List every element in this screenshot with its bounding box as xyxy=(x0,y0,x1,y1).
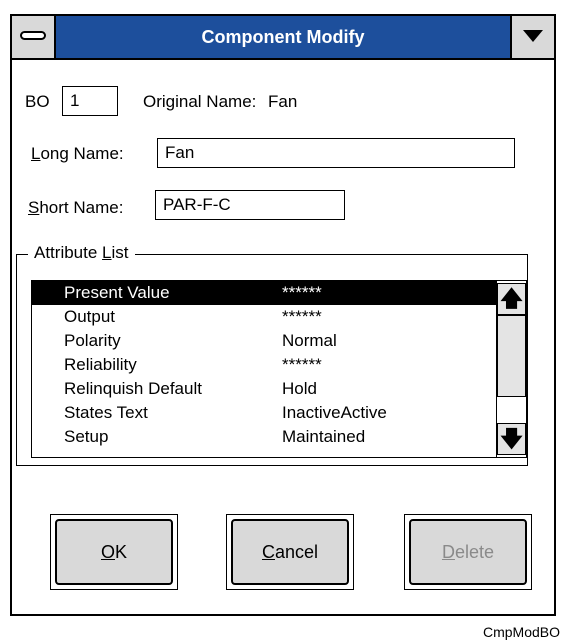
scroll-thumb[interactable] xyxy=(497,315,526,397)
cancel-button[interactable]: Cancel xyxy=(231,519,349,585)
title-bar: Component Modify xyxy=(12,16,554,60)
original-name-label: Original Name: xyxy=(143,92,257,111)
attribute-name: Output xyxy=(64,307,116,326)
attribute-value: Normal xyxy=(282,331,337,350)
window-title: Component Modify xyxy=(201,27,365,47)
list-item[interactable]: Output ****** xyxy=(32,305,498,329)
attribute-value: Maintained xyxy=(282,427,366,446)
attribute-name: States Text xyxy=(64,403,148,422)
arrow-down-icon: 🡇 xyxy=(500,426,523,451)
arrow-up-icon: 🡅 xyxy=(500,286,523,311)
attribute-value: InactiveActive xyxy=(282,403,387,422)
list-item[interactable]: States Text InactiveActive xyxy=(32,401,498,425)
bo-field[interactable]: 1 xyxy=(62,86,118,116)
attribute-value: ****** xyxy=(282,283,322,302)
scroll-up-button[interactable]: 🡅 xyxy=(497,283,526,315)
short-name-field[interactable]: PAR-F-C xyxy=(155,190,345,220)
system-menu-icon xyxy=(20,31,46,40)
list-item[interactable]: Polarity Normal xyxy=(32,329,498,353)
attribute-name: Present Value xyxy=(64,283,170,302)
ok-button-frame: OK xyxy=(50,514,178,590)
scroll-down-button[interactable]: 🡇 xyxy=(497,423,526,455)
list-item[interactable]: Present Value ****** xyxy=(32,281,498,305)
long-name-label: Long Name: xyxy=(31,144,124,163)
cancel-button-frame: Cancel xyxy=(226,514,354,590)
short-name-label: Short Name: xyxy=(28,198,124,217)
list-item[interactable]: Reliability ****** xyxy=(32,353,498,377)
original-name-value: Fan xyxy=(268,92,298,111)
attribute-name: Setup xyxy=(64,427,109,446)
attribute-value: Hold xyxy=(282,379,317,398)
attribute-listbox[interactable]: Present Value ****** Output ****** Polar… xyxy=(31,280,527,458)
attribute-value: ****** xyxy=(282,355,322,374)
figure-caption: CmpModBO xyxy=(482,624,560,640)
bo-label: BO xyxy=(25,92,50,111)
vertical-scrollbar[interactable]: 🡅 🡇 xyxy=(496,281,526,457)
ok-button[interactable]: OK xyxy=(55,519,173,585)
system-menu-button[interactable] xyxy=(12,16,56,58)
list-item[interactable]: Relinquish Default Hold xyxy=(32,377,498,401)
triangle-down-icon xyxy=(523,30,543,42)
long-name-field[interactable]: Fan xyxy=(157,138,515,168)
list-item[interactable]: Setup Maintained xyxy=(32,425,498,449)
delete-button-frame: Delete xyxy=(404,514,532,590)
delete-button[interactable]: Delete xyxy=(409,519,527,585)
minimize-button[interactable] xyxy=(510,16,554,58)
attribute-value: ****** xyxy=(282,307,322,326)
attribute-list-label: Attribute List xyxy=(28,243,135,263)
attribute-name: Reliability xyxy=(64,355,137,374)
attribute-name: Relinquish Default xyxy=(64,379,202,398)
attribute-name: Polarity xyxy=(64,331,121,350)
